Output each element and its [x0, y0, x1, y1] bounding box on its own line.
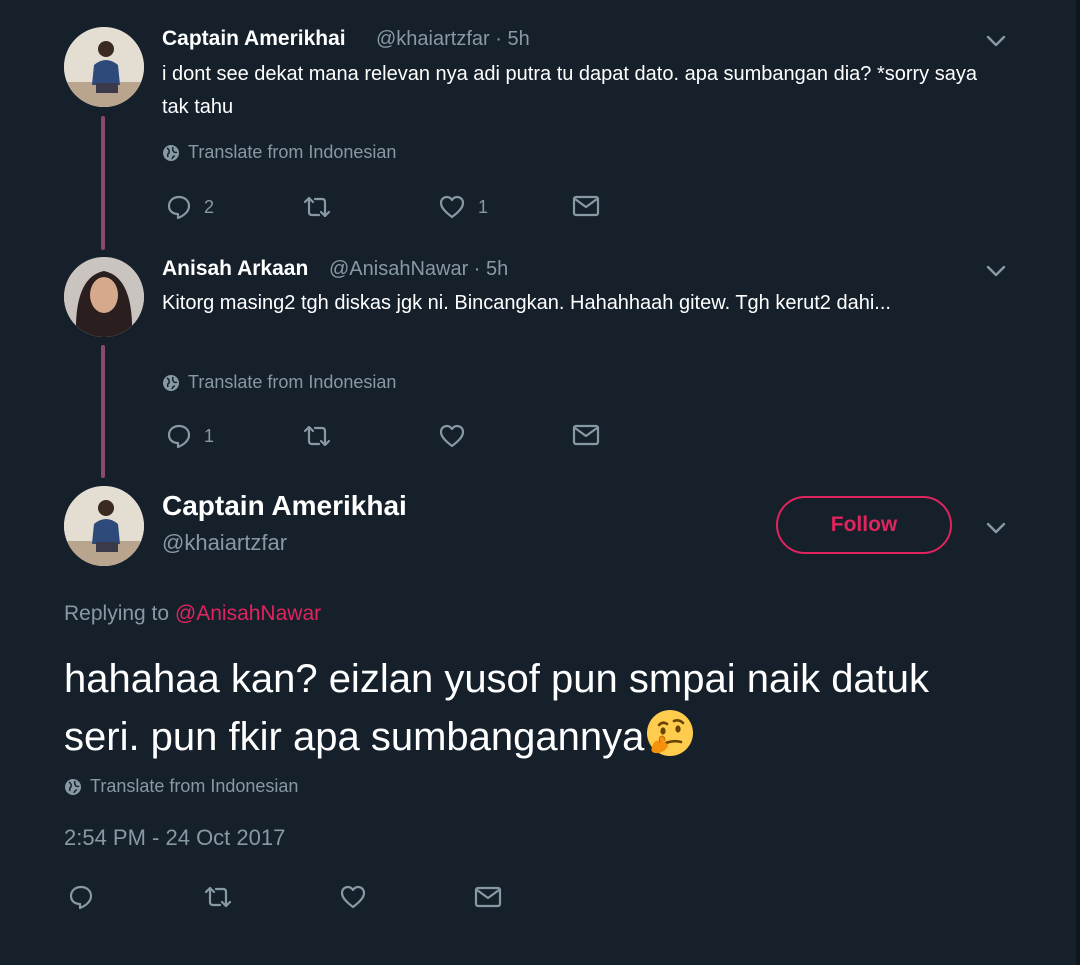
tweet-text: Kitorg masing2 tgh diskas jgk ni. Bincan…	[162, 292, 891, 314]
window-edge	[1076, 0, 1080, 965]
globe-icon	[162, 144, 180, 162]
retweet-icon	[302, 423, 332, 449]
globe-icon	[162, 374, 180, 392]
reply-icon	[166, 423, 192, 449]
main-tweet-author-handle[interactable]: @khaiartzfar	[162, 530, 287, 556]
reply-icon	[166, 194, 192, 220]
tweet-author-name[interactable]: Captain Amerikhai	[162, 27, 346, 51]
like-button[interactable]: 1	[438, 194, 488, 220]
heart-icon	[438, 423, 466, 449]
avatar[interactable]	[64, 27, 144, 107]
reply-button[interactable]	[68, 884, 94, 910]
translate-label: Translate from Indonesian	[188, 142, 397, 162]
direct-message-button[interactable]	[572, 423, 600, 447]
avatar[interactable]	[64, 486, 144, 566]
replying-mention-link[interactable]: @AnisahNawar	[175, 602, 321, 625]
retweet-button[interactable]	[302, 194, 344, 220]
tweet-author-name[interactable]: Anisah Arkaan	[162, 257, 308, 281]
heart-icon	[438, 194, 466, 220]
reply-count: 1	[204, 425, 215, 446]
like-button[interactable]	[438, 423, 478, 449]
translate-label: Translate from Indonesian	[188, 372, 397, 392]
replying-prefix: Replying to	[64, 602, 170, 625]
envelope-icon	[572, 194, 600, 218]
tweet-detail-page: Captain Amerikhai @khaiartzfar · 5h i do…	[0, 0, 1080, 965]
main-tweet-text-content: hahahaa kan? eizlan yusof pun smpai naik…	[64, 657, 930, 759]
thinking-face-emoji-icon	[644, 707, 696, 759]
direct-message-button[interactable]	[572, 194, 600, 218]
tweet-timestamp[interactable]: 2:54 PM - 24 Oct 2017	[64, 825, 285, 851]
reply-button[interactable]: 1	[166, 423, 214, 449]
main-tweet-text: hahahaa kan? eizlan yusof pun smpai naik…	[64, 650, 964, 766]
translate-link[interactable]: Translate from Indonesian	[162, 142, 396, 163]
like-count: 1	[478, 196, 489, 217]
heart-icon	[339, 884, 367, 910]
direct-message-button[interactable]	[474, 885, 502, 909]
avatar-photo	[64, 486, 144, 566]
tweet-author-handle-time[interactable]: @khaiartzfar · 5h	[376, 28, 530, 51]
retweet-icon	[302, 194, 332, 220]
thread-line	[101, 345, 105, 478]
retweet-icon	[203, 884, 233, 910]
avatar-photo	[64, 257, 144, 337]
tweet-author-handle-time[interactable]: @AnisahNawar · 5h	[329, 258, 508, 281]
chevron-down-icon[interactable]	[985, 517, 1007, 544]
retweet-button[interactable]	[302, 423, 344, 449]
translate-label: Translate from Indonesian	[90, 776, 299, 796]
avatar[interactable]	[64, 257, 144, 337]
translate-link[interactable]: Translate from Indonesian	[64, 776, 298, 797]
main-tweet-author-name[interactable]: Captain Amerikhai	[162, 490, 407, 522]
reply-button[interactable]: 2	[166, 194, 214, 220]
chevron-down-icon[interactable]	[985, 30, 1007, 57]
reply-icon	[68, 884, 94, 910]
chevron-down-icon[interactable]	[985, 260, 1007, 287]
replying-to: Replying to @AnisahNawar	[64, 602, 321, 626]
follow-button[interactable]: Follow	[776, 496, 952, 554]
translate-link[interactable]: Translate from Indonesian	[162, 372, 396, 393]
avatar-photo	[64, 27, 144, 107]
tweet-text: i dont see dekat mana relevan nya adi pu…	[162, 63, 977, 118]
globe-icon	[64, 778, 82, 796]
reply-count: 2	[204, 196, 215, 217]
retweet-button[interactable]	[203, 884, 233, 910]
thread-line	[101, 116, 105, 250]
like-button[interactable]	[339, 884, 367, 910]
envelope-icon	[572, 423, 600, 447]
envelope-icon	[474, 885, 502, 909]
